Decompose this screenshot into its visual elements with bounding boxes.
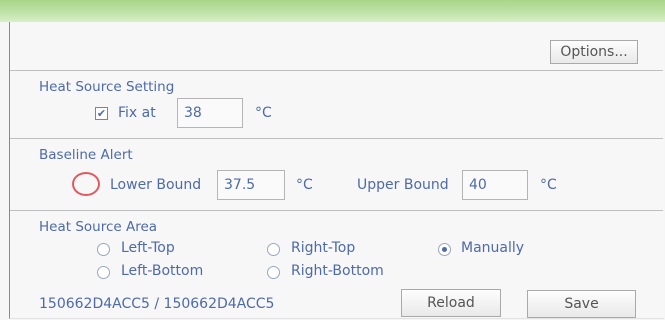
alert-marker-icon bbox=[72, 172, 100, 196]
divider-1 bbox=[10, 138, 663, 139]
left-bottom-label: Left-Bottom bbox=[121, 263, 204, 279]
fix-at-checkbox[interactable]: ✔ bbox=[95, 107, 108, 120]
upper-bound-input[interactable]: 40 bbox=[462, 170, 528, 200]
upper-bound-label: Upper Bound bbox=[357, 177, 449, 193]
save-button[interactable]: Save bbox=[527, 290, 636, 318]
options-button[interactable]: Options... bbox=[550, 40, 638, 64]
fix-at-label: Fix at bbox=[118, 105, 156, 121]
upper-bound-unit: °C bbox=[540, 177, 557, 193]
manually-label: Manually bbox=[461, 240, 525, 256]
baseline-alert-title: Baseline Alert bbox=[39, 147, 133, 163]
lower-bound-unit: °C bbox=[296, 177, 313, 193]
right-top-label: Right-Top bbox=[291, 240, 356, 256]
lower-bound-input[interactable]: 37.5 bbox=[217, 170, 285, 200]
right-bottom-label: Right-Bottom bbox=[291, 263, 384, 279]
fix-at-unit: °C bbox=[255, 105, 272, 121]
top-bar bbox=[0, 0, 665, 22]
fix-at-input[interactable]: 38 bbox=[177, 98, 243, 128]
device-id-text: 150662D4ACC5 / 150662D4ACC5 bbox=[39, 296, 275, 312]
heat-source-setting-title: Heat Source Setting bbox=[39, 79, 175, 95]
radio-manually[interactable] bbox=[438, 243, 451, 256]
divider-2 bbox=[10, 210, 663, 211]
divider-top bbox=[10, 70, 663, 71]
radio-left-bottom[interactable] bbox=[97, 266, 110, 279]
left-top-label: Left-Top bbox=[121, 240, 175, 256]
radio-right-bottom[interactable] bbox=[267, 266, 280, 279]
lower-bound-label: Lower Bound bbox=[110, 177, 202, 193]
radio-right-top[interactable] bbox=[267, 243, 280, 256]
radio-left-top[interactable] bbox=[97, 243, 110, 256]
reload-button[interactable]: Reload bbox=[401, 289, 501, 317]
heat-source-area-title: Heat Source Area bbox=[39, 219, 158, 235]
